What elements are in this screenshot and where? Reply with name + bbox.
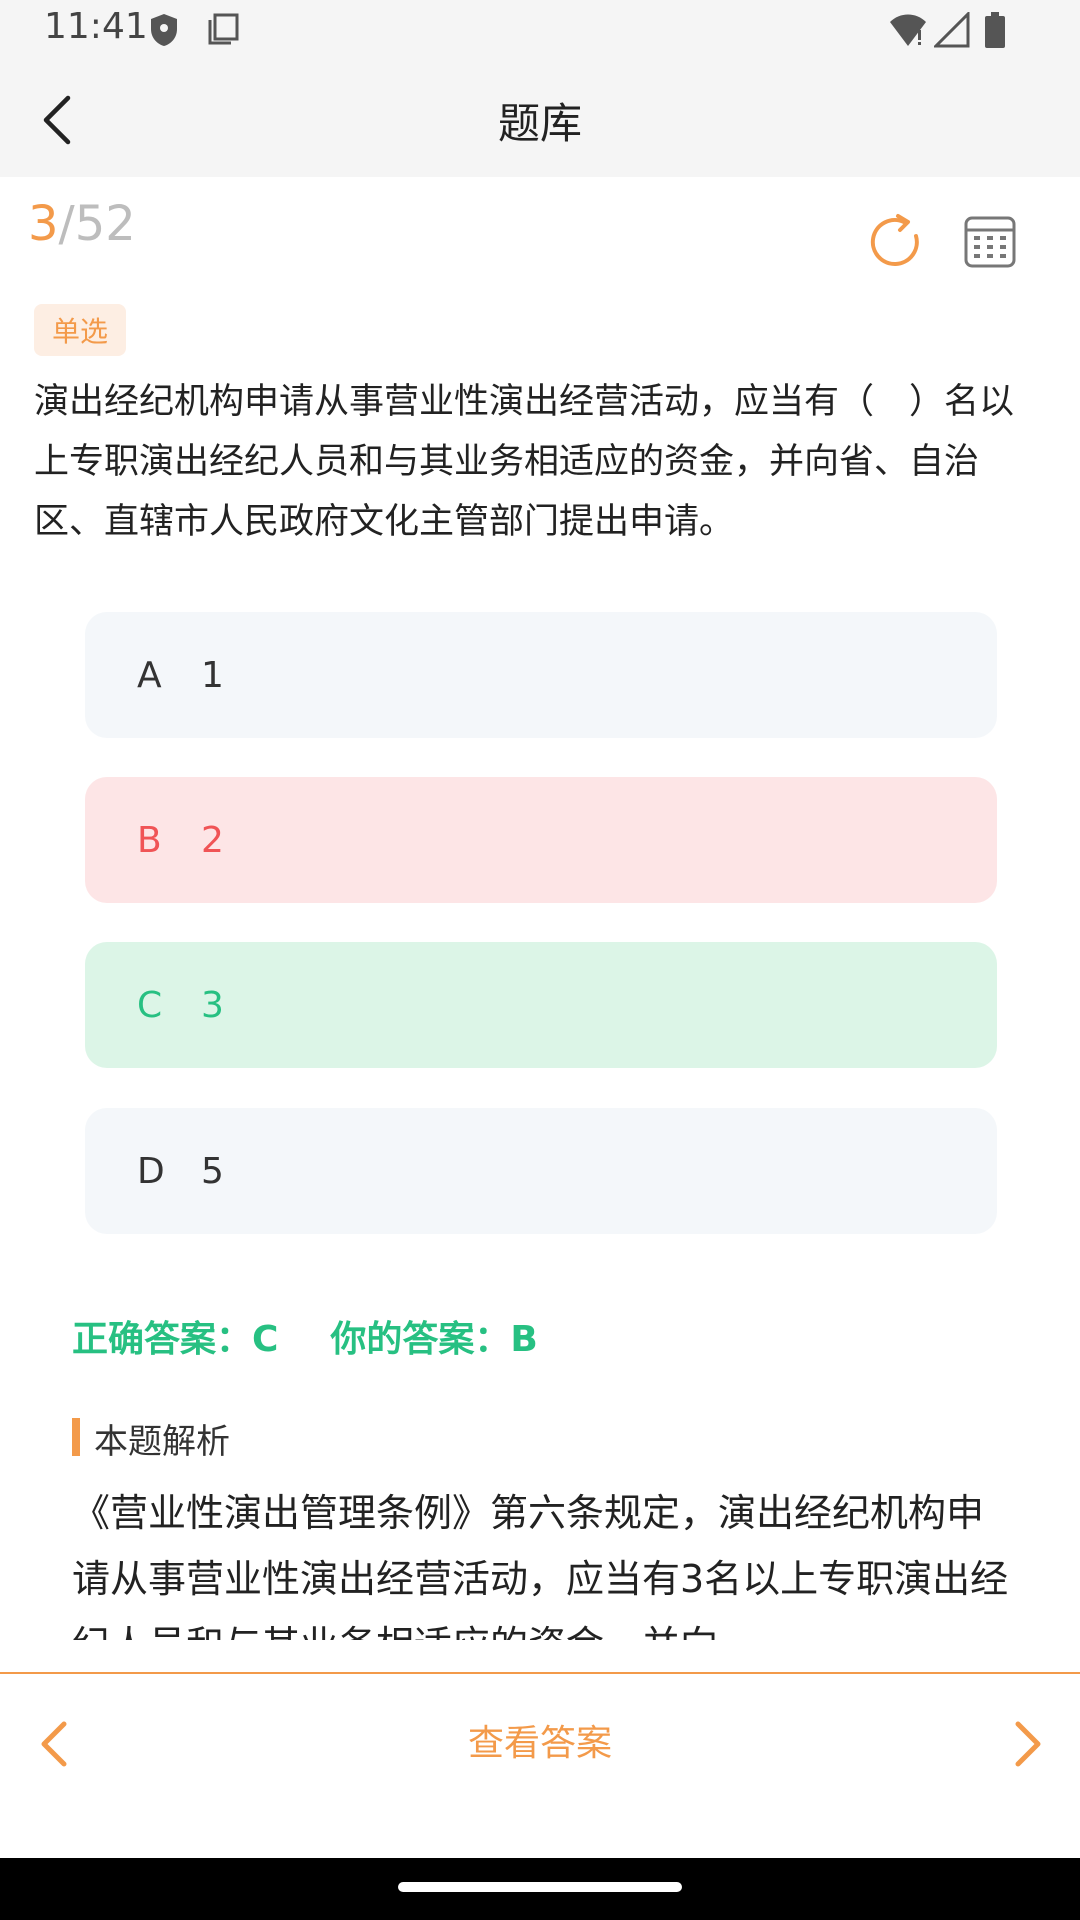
option-letter: B bbox=[137, 819, 162, 861]
bottom-bar: 查看答案 bbox=[0, 1672, 1080, 1860]
app-bar: 题库 bbox=[0, 62, 1080, 177]
option-b[interactable]: B 2 bbox=[85, 777, 997, 903]
copy-icon bbox=[208, 13, 239, 45]
signal-icon bbox=[934, 12, 970, 48]
analysis-title: 本题解析 bbox=[72, 1414, 230, 1463]
page-title: 题库 bbox=[497, 99, 582, 148]
option-text: 5 bbox=[201, 1150, 224, 1192]
home-indicator[interactable] bbox=[398, 1882, 682, 1892]
refresh-icon[interactable] bbox=[868, 212, 928, 272]
option-text: 1 bbox=[201, 654, 224, 696]
option-text: 3 bbox=[201, 984, 224, 1026]
option-d[interactable]: D 5 bbox=[85, 1108, 997, 1234]
your-answer: 你的答案：B bbox=[330, 1319, 538, 1360]
shield-icon bbox=[151, 14, 177, 46]
next-chevron-icon[interactable] bbox=[1010, 1718, 1046, 1770]
answer-summary: 正确答案：C 你的答案：B bbox=[72, 1310, 538, 1362]
progress-total: /52 bbox=[58, 196, 136, 252]
system-nav-bar bbox=[0, 1858, 1080, 1920]
progress-current: 3 bbox=[28, 196, 59, 252]
question-progress: 3/52 bbox=[28, 196, 136, 252]
correct-answer: 正确答案：C bbox=[72, 1319, 279, 1360]
grid-icon[interactable] bbox=[962, 214, 1018, 270]
question-type-tag: 单选 bbox=[34, 304, 127, 356]
status-time: 11:41 bbox=[44, 6, 148, 47]
battery-icon bbox=[985, 12, 1005, 48]
option-c[interactable]: C 3 bbox=[85, 942, 997, 1068]
view-answer-button[interactable]: 查看答案 bbox=[0, 1714, 1080, 1766]
option-a[interactable]: A 1 bbox=[85, 612, 997, 738]
option-letter: C bbox=[137, 984, 163, 1026]
option-letter: D bbox=[137, 1150, 165, 1192]
option-text: 2 bbox=[201, 819, 224, 861]
analysis-text: 《营业性演出管理条例》第六条规定，演出经纪机构申请从事营业性演出经营活动，应当有… bbox=[72, 1491, 1009, 1640]
option-letter: A bbox=[137, 654, 162, 696]
question-text: 演出经纪机构申请从事营业性演出经营活动，应当有（ ）名以上专职演出经纪人员和与其… bbox=[34, 382, 1015, 542]
status-bar: 11:41 bbox=[0, 0, 1080, 62]
wifi-icon bbox=[890, 14, 926, 46]
